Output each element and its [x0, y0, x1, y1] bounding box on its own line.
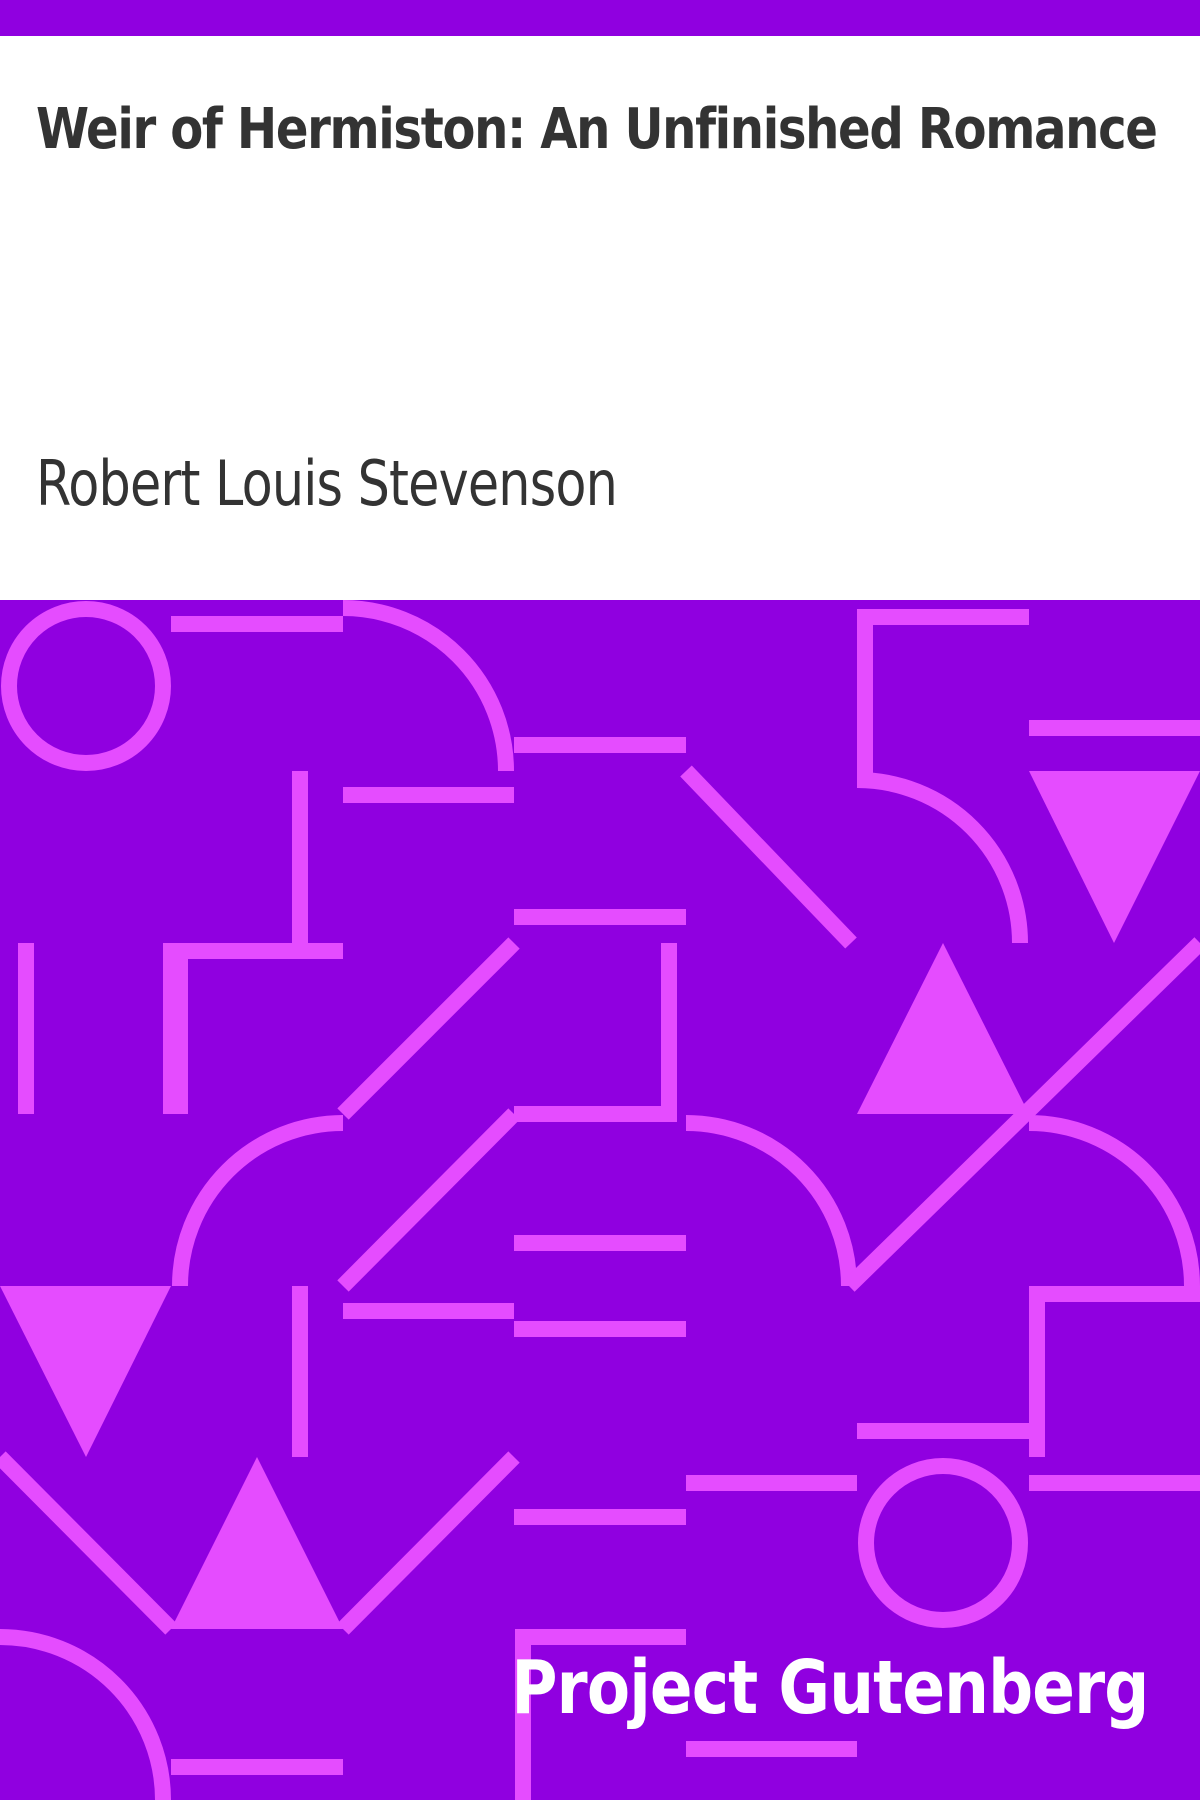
pattern-triangle-up: [857, 943, 1029, 1114]
pattern-bracket: [1029, 1286, 1200, 1457]
pattern-bracket: [857, 609, 1029, 780]
pattern-triangle-down: [0, 1286, 171, 1457]
pattern-arc: [172, 1115, 344, 1287]
pattern-bracket: [514, 943, 677, 1122]
pattern-arc: [856, 772, 1028, 944]
pattern-arc: [342, 600, 514, 772]
pattern-circle: [1, 601, 171, 771]
pattern-bracket: [172, 943, 343, 1114]
cover-pattern: [0, 600, 1200, 1800]
book-author: Robert Louis Stevenson: [36, 447, 618, 520]
pattern-triangle-up: [171, 1457, 343, 1629]
pattern-diagonal: [680, 765, 857, 949]
pattern-arc: [685, 1115, 857, 1287]
publisher-name: Project Gutenberg: [510, 1645, 1149, 1731]
pattern-circle: [858, 1458, 1028, 1628]
pattern-arc: [1028, 1115, 1200, 1287]
geometric-pattern-graphic: [0, 600, 1200, 1800]
pattern-arc: [0, 1629, 171, 1800]
pattern-diagonal: [843, 937, 1200, 1292]
pattern-diagonal: [337, 937, 520, 1120]
pattern-diagonal: [0, 1451, 177, 1635]
top-color-band: [0, 0, 1200, 36]
pattern-triangle-down: [1029, 771, 1200, 943]
pattern-diagonal: [337, 1108, 520, 1292]
pattern-diagonal: [337, 1451, 520, 1635]
book-title: Weir of Hermiston: An Unfinished Romance: [36, 97, 1158, 162]
